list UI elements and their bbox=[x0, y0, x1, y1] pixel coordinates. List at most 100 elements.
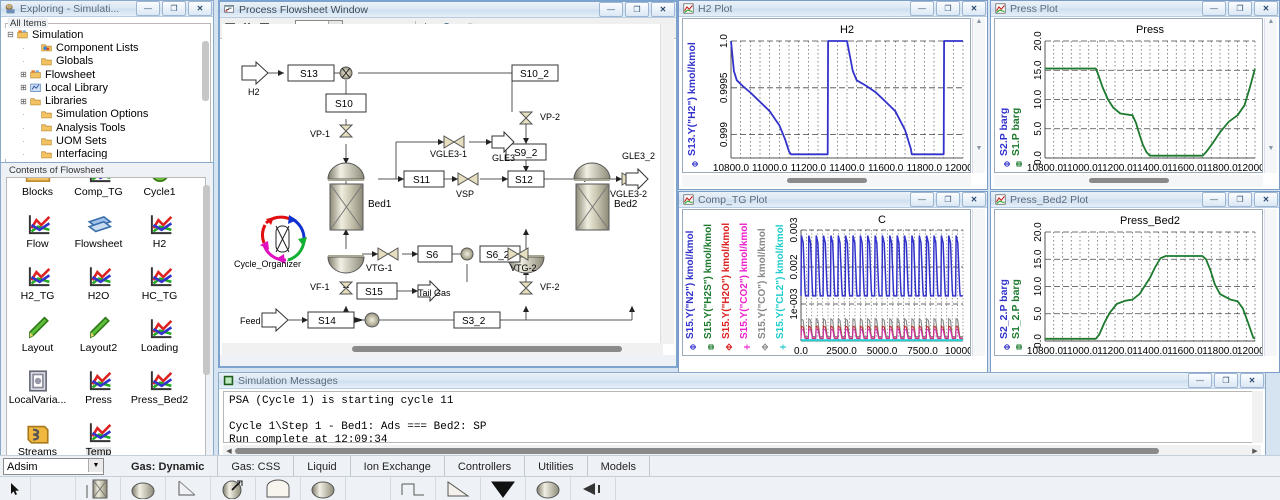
h2-plot-hscrollbar[interactable] bbox=[682, 175, 971, 187]
palette-pointer-button[interactable] bbox=[0, 477, 31, 500]
tab-gas-css[interactable]: Gas: CSS bbox=[218, 456, 295, 477]
palette-dome-icon[interactable] bbox=[121, 477, 166, 500]
comp-tg-scrollbar[interactable] bbox=[972, 209, 985, 356]
tab-liquid[interactable]: Liquid bbox=[294, 456, 351, 477]
palette-item-temp[interactable]: Temp bbox=[70, 416, 127, 457]
palette-item-layout2[interactable]: Layout2 bbox=[70, 312, 127, 364]
palette-bed-vertical-icon[interactable] bbox=[76, 477, 121, 500]
tree-item-interfacing[interactable]: · Interfacing bbox=[5, 148, 201, 159]
comp-tg-plot-window[interactable]: Comp_TG Plot — ❐ ✕ C 0.003 0.002 1e-003 0.0 2… bbox=[678, 191, 988, 373]
tab-gas-dynamic[interactable]: Gas: Dynamic bbox=[118, 456, 219, 477]
contents-panel[interactable]: Contents of Flowsheet Blocks Comp_TG Cycle… bbox=[0, 162, 214, 462]
press-plot-scrollbar[interactable]: ▲ ▼ bbox=[1264, 18, 1277, 173]
flowsheet-minimize-button[interactable]: — bbox=[599, 2, 623, 17]
explorer-close-button[interactable]: ✕ bbox=[188, 1, 212, 16]
scroll-left-icon[interactable]: ◀ bbox=[223, 447, 235, 455]
tab-ion-exchange[interactable]: Ion Exchange bbox=[351, 456, 445, 477]
flowsheet-horizontal-scrollbar[interactable] bbox=[222, 343, 663, 355]
tree-expander-icon[interactable]: ⊞ bbox=[18, 70, 29, 79]
messages-titlebar[interactable]: Simulation Messages — ❐ ✕ bbox=[219, 373, 1265, 389]
tab-controllers[interactable]: Controllers bbox=[445, 456, 526, 477]
messages-minimize-button[interactable]: — bbox=[1188, 373, 1212, 388]
tree-expander-icon[interactable]: ⊟ bbox=[5, 30, 16, 39]
palette-item-loading[interactable]: Loading bbox=[131, 312, 188, 364]
process-flowsheet-window[interactable]: Process Flowsheet Window — ❐ ✕ Grid 0.05… bbox=[218, 0, 678, 368]
model-category-tabs[interactable]: Gas: Dynamic Gas: CSS Liquid Ion Exchange Co… bbox=[118, 456, 651, 477]
comp-tg-close-button[interactable]: ✕ bbox=[962, 192, 986, 207]
scroll-right-icon[interactable]: ▶ bbox=[1249, 447, 1261, 455]
press-bed2-maximize-button[interactable]: ❐ bbox=[1228, 192, 1252, 207]
h2-plot-window[interactable]: H2 Plot — ❐ ✕ H2 1.0 0.9995 0.999 10800.0 110… bbox=[678, 0, 988, 190]
flowsheet-maximize-button[interactable]: ❐ bbox=[625, 2, 649, 17]
press-plot-window[interactable]: Press Plot — ❐ ✕ Press 0.0 5.0 10.0 15.0 20.0… bbox=[990, 0, 1280, 190]
tree-item-uom-sets[interactable]: · UOM Sets bbox=[5, 134, 201, 147]
palette-dome2-icon[interactable] bbox=[301, 477, 346, 500]
press-bed2-titlebar[interactable]: Press_Bed2 Plot — ❐ ✕ bbox=[991, 192, 1279, 208]
h2-plot-minimize-button[interactable]: — bbox=[910, 1, 934, 16]
messages-vscrollbar[interactable] bbox=[1252, 391, 1263, 443]
palette-item-flowsheet[interactable]: Flowsheet bbox=[70, 208, 127, 260]
palette-item-localvaria-[interactable]: LocalVaria... bbox=[9, 364, 66, 416]
palette-ramp-icon[interactable] bbox=[166, 477, 211, 500]
tree-item-analysis-tools[interactable]: · Analysis Tools bbox=[5, 121, 201, 134]
press-plot-body[interactable]: Press 0.0 5.0 10.0 15.0 20.0 10800.0 11000.0 112… bbox=[994, 18, 1263, 173]
palette-circle-arrow-icon[interactable] bbox=[211, 477, 256, 500]
messages-maximize-button[interactable]: ❐ bbox=[1214, 373, 1238, 388]
flowsheet-vertical-scrollbar[interactable] bbox=[660, 24, 674, 344]
palette-item-h2-tg[interactable]: H2_TG bbox=[9, 260, 66, 312]
press-bed2-scrollbar[interactable] bbox=[1264, 209, 1277, 356]
palette-blank-button[interactable] bbox=[31, 477, 76, 500]
flowsheet-close-button[interactable]: ✕ bbox=[651, 2, 675, 17]
tree-item-simulation[interactable]: ⊟ Simulation bbox=[5, 28, 201, 41]
explorer-titlebar[interactable]: Exploring - Simulati... — ❐ ✕ bbox=[1, 1, 213, 17]
palette-item-h2[interactable]: H2 bbox=[131, 208, 188, 260]
explorer-tree[interactable]: ⊟ Simulation · Component Lists · Globals ⊞ Flow… bbox=[5, 28, 201, 159]
h2-plot-close-button[interactable]: ✕ bbox=[962, 1, 986, 16]
flowsheet-diagram[interactable]: H2 S13 S10_2 S10 VP-1 VP-2 S9_2 VGLE3-1 bbox=[222, 24, 663, 344]
chevron-down-icon[interactable]: ▼ bbox=[88, 459, 103, 472]
flowsheet-titlebar[interactable]: Process Flowsheet Window — ❐ ✕ bbox=[220, 2, 676, 18]
palette-item-blocks[interactable]: Blocks bbox=[9, 178, 66, 208]
explorer-window[interactable]: Exploring - Simulati... — ❐ ✕ All Items … bbox=[0, 0, 214, 163]
contents-list[interactable]: Blocks Comp_TG Cycle1 Flow Flowsheet H2 H2_TG H… bbox=[6, 177, 206, 458]
palette-item-cycle1[interactable]: Cycle1 bbox=[131, 178, 188, 208]
palette-step-icon[interactable] bbox=[391, 477, 436, 500]
tree-item-flowsheet[interactable]: ⊞ Flowsheet bbox=[5, 68, 201, 81]
palette-dome3-icon[interactable] bbox=[526, 477, 571, 500]
tree-item-simulation-options[interactable]: · Simulation Options bbox=[5, 108, 201, 121]
h2-plot-maximize-button[interactable]: ❐ bbox=[936, 1, 960, 16]
press-bed2-plot-window[interactable]: Press_Bed2 Plot — ❐ ✕ Press_Bed2 0.0 5.0 10… bbox=[990, 191, 1280, 373]
tree-item-globals[interactable]: · Globals bbox=[5, 55, 201, 68]
tree-item-libraries[interactable]: ⊞ Libraries bbox=[5, 94, 201, 107]
press-bed2-minimize-button[interactable]: — bbox=[1202, 192, 1226, 207]
h2-plot-body[interactable]: H2 1.0 0.9995 0.999 10800.0 11000.0 11200.0 114… bbox=[682, 18, 971, 173]
tab-models[interactable]: Models bbox=[588, 456, 651, 477]
comp-tg-maximize-button[interactable]: ❐ bbox=[936, 192, 960, 207]
palette-funnel-icon[interactable] bbox=[481, 477, 526, 500]
palette-item-layout[interactable]: Layout bbox=[9, 312, 66, 364]
library-combobox[interactable]: Adsim ▼ bbox=[3, 458, 104, 475]
tree-item-local-library[interactable]: ⊞ Local Library bbox=[5, 81, 201, 94]
model-palette-bar[interactable] bbox=[0, 476, 1280, 500]
palette-item-flow[interactable]: Flow bbox=[9, 208, 66, 260]
tab-utilities[interactable]: Utilities bbox=[525, 456, 588, 477]
palette-item-h2o[interactable]: H2O bbox=[70, 260, 127, 312]
comp-tg-plot-body[interactable]: C 0.003 0.002 1e-003 0.0 2500.0 5000.0 7500.0 10… bbox=[682, 209, 971, 356]
palette-arrow-icon[interactable] bbox=[571, 477, 616, 500]
explorer-minimize-button[interactable]: — bbox=[136, 1, 160, 16]
contents-scrollbar[interactable] bbox=[203, 185, 210, 435]
explorer-maximize-button[interactable]: ❐ bbox=[162, 1, 186, 16]
palette-blank2-button[interactable] bbox=[346, 477, 391, 500]
press-bed2-plot-body[interactable]: Press_Bed2 0.0 5.0 10.0 15.0 20.0 10800.0 11000… bbox=[994, 209, 1263, 356]
library-toolbar[interactable]: Adsim ▼ Gas: Dynamic Gas: CSS Liquid Ion Ex… bbox=[0, 455, 1280, 477]
tree-expander-icon[interactable]: ⊞ bbox=[18, 97, 29, 106]
palette-item-press-bed2[interactable]: Press_Bed2 bbox=[131, 364, 188, 416]
press-plot-hscrollbar[interactable] bbox=[994, 175, 1263, 187]
palette-tank-icon[interactable] bbox=[256, 477, 301, 500]
messages-close-button[interactable]: ✕ bbox=[1240, 373, 1264, 388]
press-plot-close-button[interactable]: ✕ bbox=[1254, 1, 1278, 16]
flowsheet-canvas[interactable]: H2 S13 S10_2 S10 VP-1 VP-2 S9_2 VGLE3-1 bbox=[222, 24, 663, 344]
simulation-messages-window[interactable]: Simulation Messages — ❐ ✕ PSA (Cycle 1) … bbox=[218, 372, 1266, 460]
comp-tg-minimize-button[interactable]: — bbox=[910, 192, 934, 207]
palette-item-streams[interactable]: Streams bbox=[9, 416, 66, 457]
